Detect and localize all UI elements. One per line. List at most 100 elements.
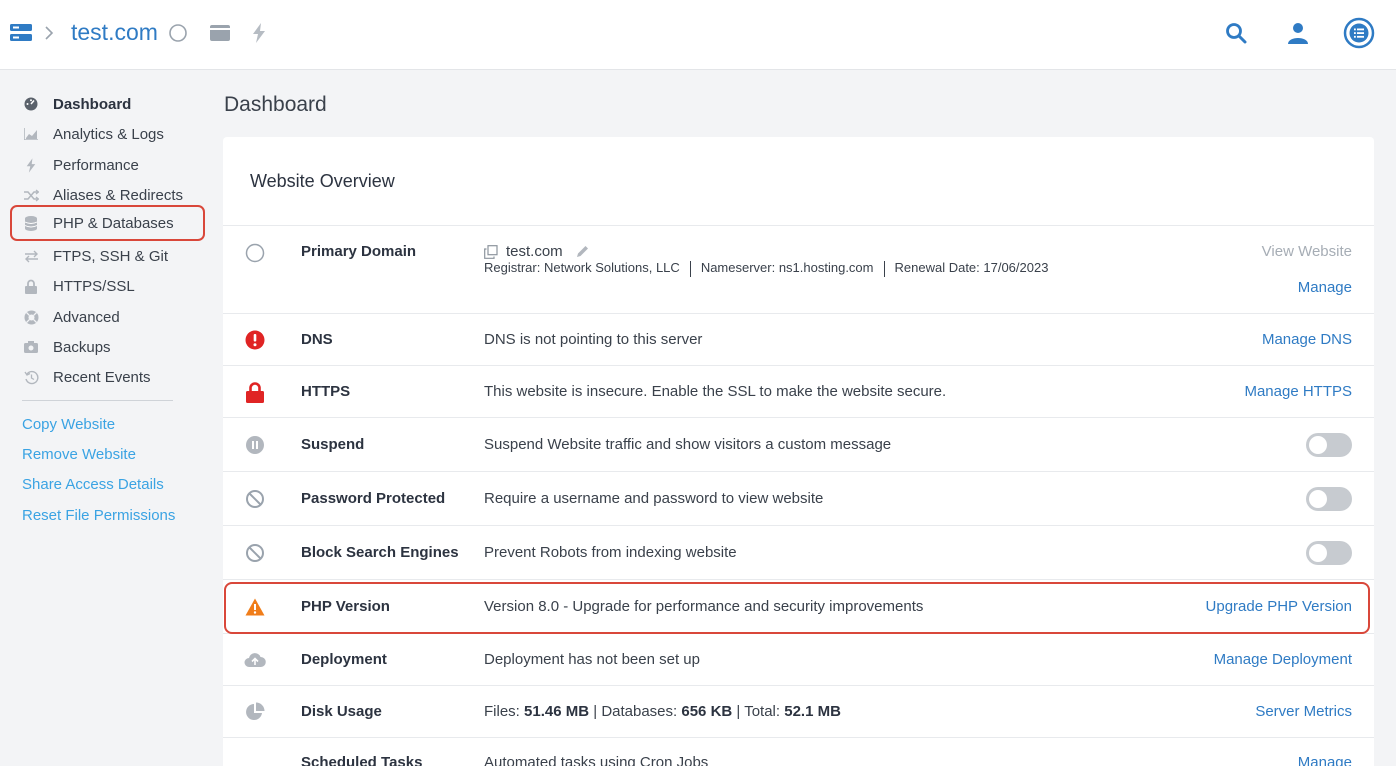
shuffle-icon [23,187,39,203]
bolt-icon[interactable] [250,22,268,44]
breadcrumb-chevron-icon [42,22,56,44]
sidebar-item-label: PHP & Databases [53,214,174,232]
row-description: Suspend Website traffic and show visitor… [484,436,892,453]
manage-domain-link[interactable]: Manage [1298,279,1352,296]
sidebar-item-dashboard[interactable]: Dashboard [10,89,205,119]
sidebar-item-https[interactable]: HTTPS/SSL [10,271,205,301]
sidebar-item-recent-events[interactable]: Recent Events [10,362,205,392]
row-description: Automated tasks using Cron Jobs [484,754,709,766]
status-circle-icon[interactable] [168,23,188,43]
domain-display: test.com [484,243,590,260]
server-menu-icon[interactable] [10,22,32,44]
manage-scheduled-tasks-link[interactable]: Manage [1298,754,1352,766]
cloud-upload-icon [244,649,266,671]
sidebar-item-ftps[interactable]: FTPS, SSH & Git [10,241,205,271]
deployment-row: Deployment Deployment has not been set u… [223,633,1374,685]
website-overview-card: Website Overview Primary Domain test.com… [223,137,1374,766]
history-icon [23,369,39,385]
suspend-toggle[interactable] [1306,433,1352,457]
registrar-text: Registrar: Network Solutions, LLC [484,260,680,275]
row-name: Primary Domain [301,243,417,260]
pie-chart-icon [244,701,266,723]
sidebar-item-label: Advanced [53,308,120,326]
row-description: DNS is not pointing to this server [484,331,703,348]
block-search-engines-row: Block Search Engines Prevent Robots from… [223,525,1374,579]
transfer-icon [23,248,39,264]
manage-dns-link[interactable]: Manage DNS [1262,331,1352,348]
disk-usage-summary: Files: 51.46 MB | Databases: 656 KB | To… [484,703,841,720]
php-version-highlight [224,582,1370,634]
row-name: Block Search Engines [301,544,459,561]
row-name: Scheduled Tasks [301,754,423,766]
row-name: HTTPS [301,383,351,400]
sidebar-item-label: HTTPS/SSL [53,277,135,295]
copy-website-link[interactable]: Copy Website [22,416,115,433]
row-description: Deployment has not been set up [484,651,700,668]
chart-icon [23,126,39,142]
top-bar: test.com [0,0,1396,70]
pause-icon [244,434,266,456]
suspend-row: Suspend Suspend Website traffic and show… [223,417,1374,471]
disk-usage-row: Disk Usage Files: 51.46 MB | Databases: … [223,685,1374,737]
dashboard-icon [23,96,39,112]
server-metrics-link[interactable]: Server Metrics [1255,703,1352,720]
sidebar-item-backups[interactable]: Backups [10,332,205,362]
edit-pencil-icon[interactable] [575,244,590,259]
renewal-date-text: Renewal Date: 17/06/2023 [894,260,1049,275]
sidebar-item-label: FTPS, SSH & Git [53,247,169,265]
row-name: DNS [301,331,333,348]
sidebar: Dashboard Analytics & Logs Performance A… [0,71,205,766]
share-access-details-link[interactable]: Share Access Details [22,476,164,493]
block-search-engines-toggle[interactable] [1306,541,1352,565]
files-value: 51.46 MB [524,703,590,720]
sidebar-item-php-databases[interactable]: PHP & Databases [10,205,205,241]
sidebar-item-performance[interactable]: Performance [10,150,205,180]
page-title: Dashboard [224,93,327,116]
sidebar-item-analytics[interactable]: Analytics & Logs [10,119,205,149]
sidebar-divider [22,400,173,401]
row-name: Password Protected [301,490,446,507]
remove-website-link[interactable]: Remove Website [22,446,136,463]
sidebar-item-label: Performance [53,156,139,174]
reset-file-permissions-link[interactable]: Reset File Permissions [22,507,175,524]
manage-https-link[interactable]: Manage HTTPS [1244,383,1352,400]
error-icon [244,329,266,351]
sidebar-item-label: Aliases & Redirects [53,186,184,204]
total-label: Total: [744,703,781,720]
view-website-link[interactable]: View Website [1262,243,1352,260]
domain-meta: Registrar: Network Solutions, LLC Nameser… [484,260,1048,277]
block-icon [244,488,266,510]
row-description: Prevent Robots from indexing website [484,544,737,561]
nameserver-text: Nameserver: ns1.hosting.com [700,260,874,275]
block-icon [244,542,266,564]
row-name: Disk Usage [301,703,382,720]
sidebar-item-advanced[interactable]: Advanced [10,302,205,332]
files-label: Files: [484,703,520,720]
sidebar-item-label: Backups [53,338,111,356]
sidebar-item-label: Recent Events [53,368,151,386]
search-icon[interactable] [1224,21,1248,45]
databases-label: Databases: [601,703,678,720]
user-icon[interactable] [1286,20,1310,46]
lock-icon [244,381,266,403]
password-protected-row: Password Protected Require a username an… [223,471,1374,525]
sidebar-item-label: Dashboard [53,95,132,113]
camera-icon [23,339,39,355]
databases-value: 656 KB [681,703,733,720]
manage-deployment-link[interactable]: Manage Deployment [1214,651,1352,668]
password-protected-toggle[interactable] [1306,487,1352,511]
total-value: 52.1 MB [784,703,841,720]
site-name[interactable]: test.com [71,17,158,47]
bolt-icon [23,157,39,173]
row-description: This website is insecure. Enable the SSL… [484,383,947,400]
card-icon[interactable] [210,24,230,42]
domain-text: test.com [506,243,563,260]
dns-row: DNS DNS is not pointing to this server M… [223,313,1374,365]
scheduled-tasks-row: Scheduled Tasks Automated tasks using Cr… [223,737,1374,766]
copy-icon[interactable] [484,244,498,259]
database-icon [23,215,39,231]
row-description: Require a username and password to view … [484,490,824,507]
lifebuoy-icon [23,309,39,325]
account-menu-icon[interactable] [1343,17,1375,49]
lock-icon [23,278,39,294]
